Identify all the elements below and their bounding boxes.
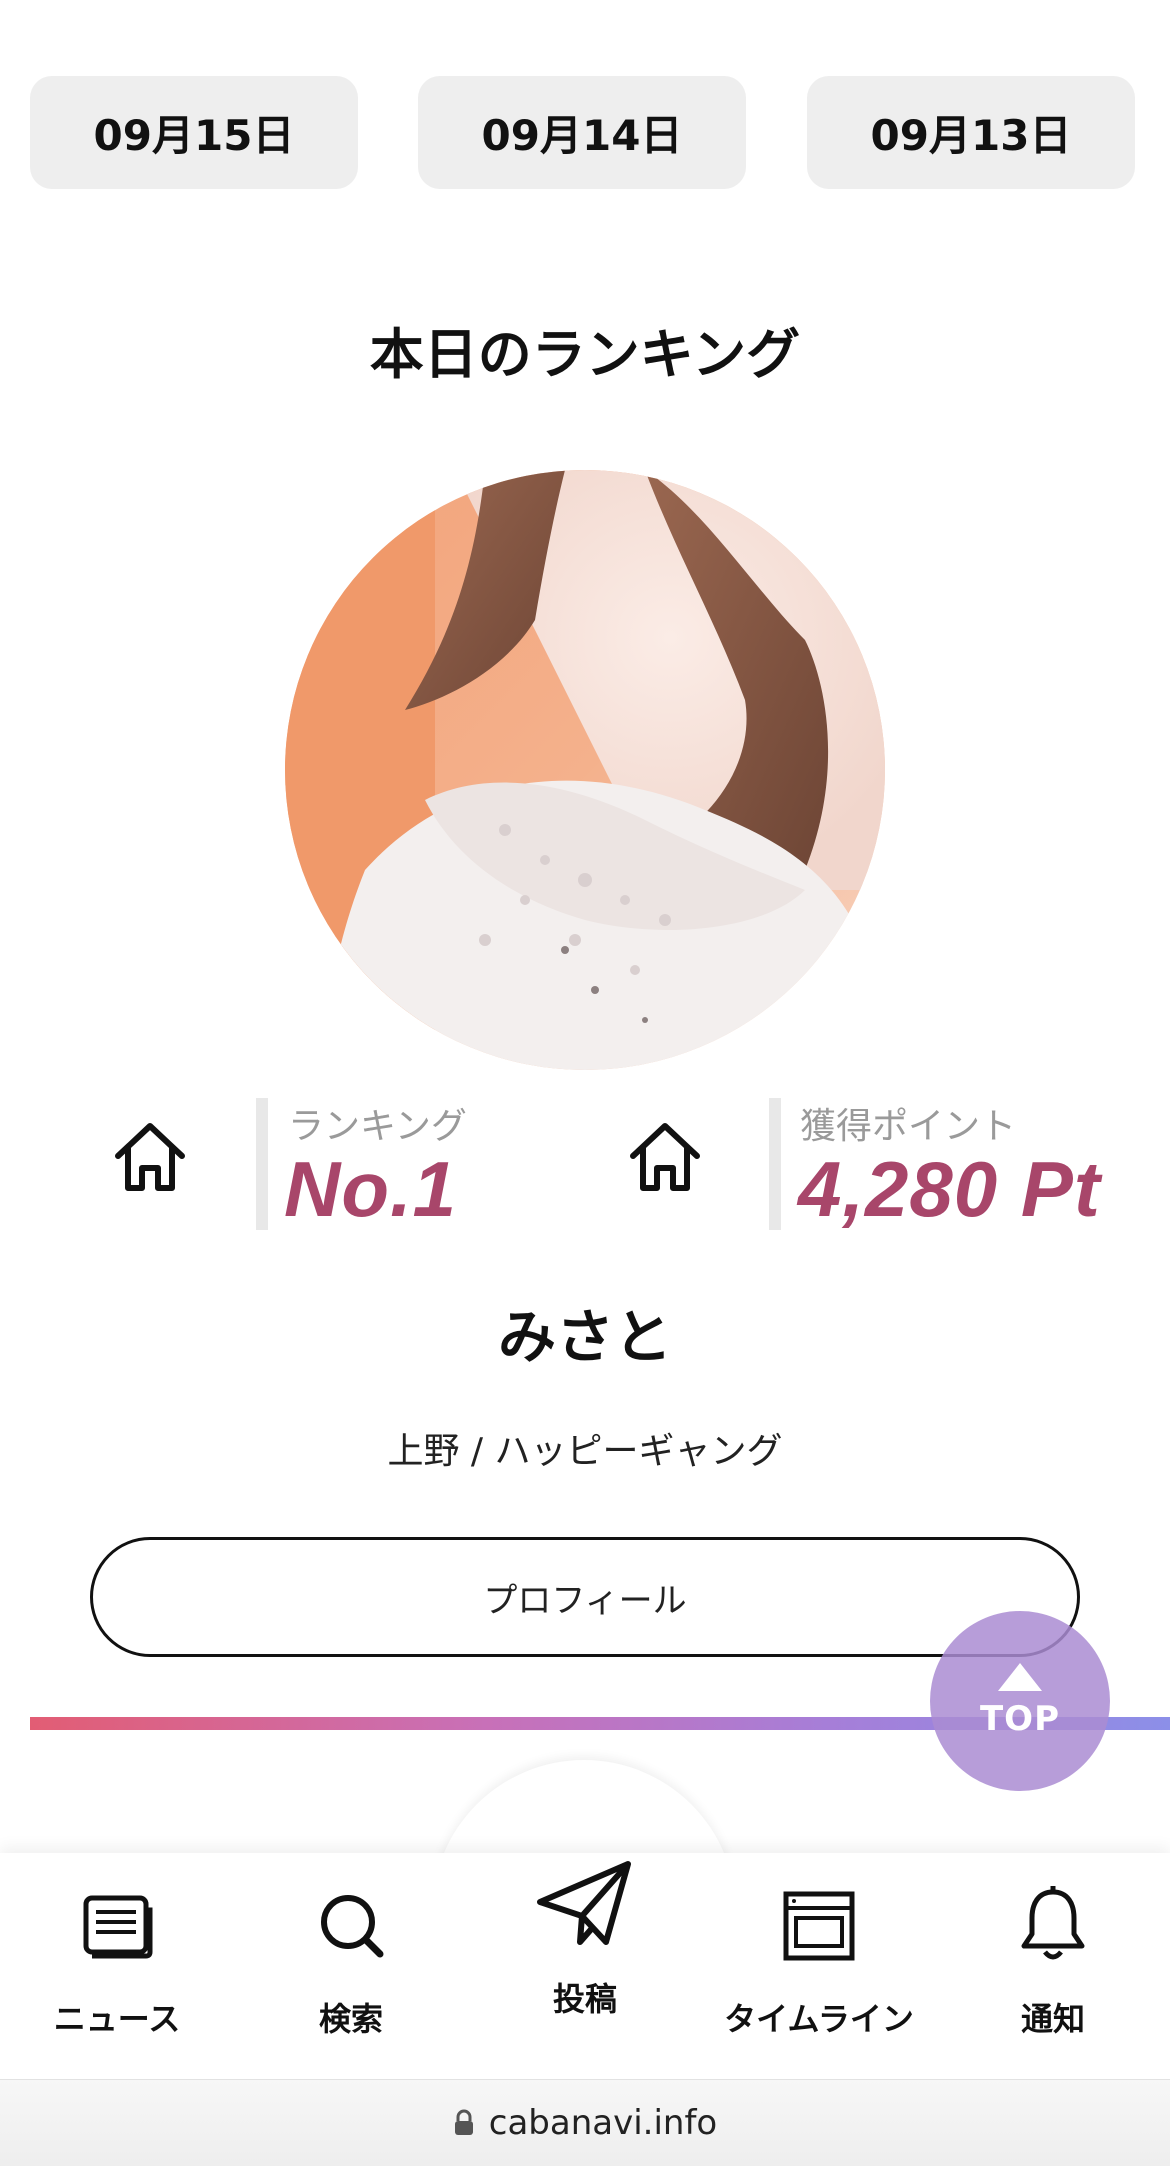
date-tab-0915[interactable]: 09月15日 <box>30 76 358 189</box>
cast-name: みさと <box>497 1303 672 1371</box>
points-value: 4,280 Pt <box>798 1145 1101 1233</box>
url-text: cabanavi.info <box>488 2103 718 2143</box>
shop-line: 上野 / ハッピーギャング <box>387 1431 783 1472</box>
rank-value: No.1 <box>284 1145 458 1233</box>
nav-label: タイムライン <box>724 2000 914 2038</box>
arrow-up-icon <box>998 1663 1042 1691</box>
browser-url-bar[interactable]: cabanavi.info <box>0 2079 1170 2166</box>
nav-notifications[interactable]: 通知 <box>936 1870 1170 2050</box>
nav-post[interactable]: 投稿 <box>468 1840 702 2020</box>
profile-button[interactable]: プロフィール <box>90 1537 1080 1657</box>
rank-label: ランキング <box>288 1106 467 1147</box>
points-label: 獲得ポイント <box>800 1106 1017 1147</box>
nav-search[interactable]: 検索 <box>234 1870 468 2050</box>
search-icon <box>321 1895 384 1958</box>
page: 09月15日 09月14日 09月13日 本日のランキング ランキング No.1… <box>0 0 1170 2166</box>
house-icon <box>630 1123 700 1191</box>
nav-label: 検索 <box>318 2000 383 2038</box>
date-tab-0914[interactable]: 09月14日 <box>418 76 746 189</box>
nav-label: ニュース <box>53 2000 181 2038</box>
cast-avatar[interactable] <box>285 470 885 1070</box>
house-icon <box>115 1123 185 1191</box>
date-tab-0913[interactable]: 09月13日 <box>807 76 1135 189</box>
section-title: 本日のランキング <box>369 323 801 386</box>
lock-icon <box>454 2109 473 2135</box>
nav-news[interactable]: ニュース <box>0 1870 234 2050</box>
newspaper-icon <box>83 1895 153 1959</box>
top-label: TOP <box>979 1699 1060 1739</box>
nav-label: 投稿 <box>552 1980 617 2018</box>
paper-plane-icon <box>537 1861 631 1945</box>
nav-timeline[interactable]: タイムライン <box>702 1870 936 2050</box>
scroll-top-button[interactable]: TOP <box>930 1611 1110 1791</box>
browser-window-icon <box>783 1891 855 1961</box>
points-divider <box>769 1098 781 1230</box>
nav-label: 通知 <box>1020 2000 1085 2038</box>
rank-divider <box>256 1098 268 1230</box>
bell-icon <box>1021 1886 1085 1960</box>
